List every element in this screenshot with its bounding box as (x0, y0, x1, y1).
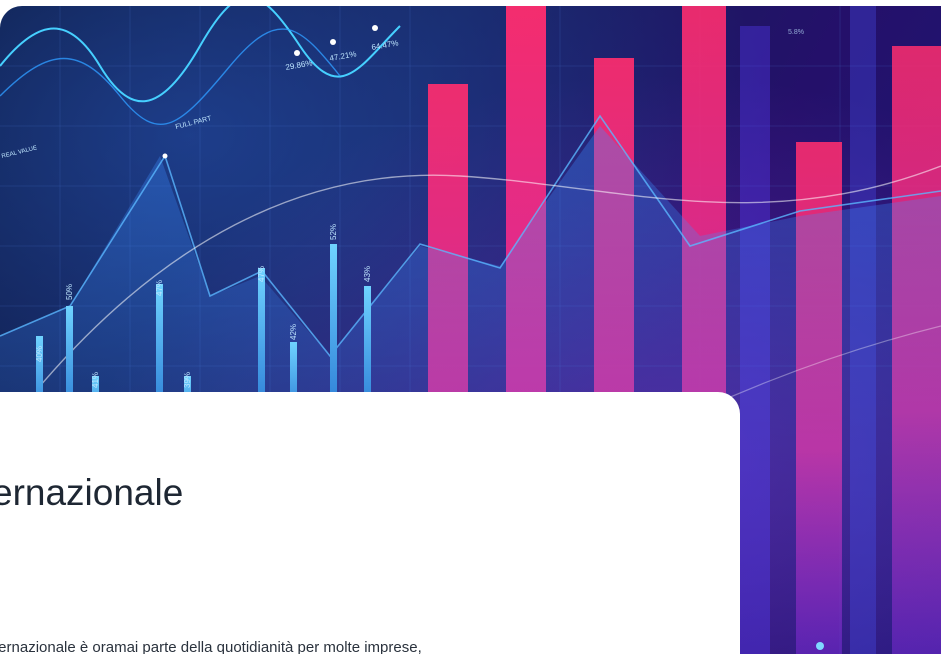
right-value: 5.8% (788, 29, 804, 36)
wave-curve-2 (0, 28, 341, 125)
left-label: REAL VALUE (1, 145, 38, 160)
bar-value-4: 47% (155, 280, 164, 296)
bar-value-3: 41% (91, 372, 100, 388)
card-title-text: ernazionale (0, 472, 184, 513)
top-value-2: 47.21% (329, 49, 357, 63)
top-value-1: 29.86% (285, 58, 313, 72)
content-card (0, 392, 740, 654)
card-text-content: ternazionale è oramai parte della quotid… (0, 639, 422, 654)
card-text: ternazionale è oramai parte della quotid… (0, 638, 720, 654)
card-title: ernazionale (0, 470, 720, 516)
bar-value-5: 39% (183, 372, 192, 388)
bar-value-1: 40% (35, 346, 44, 362)
bar-value-6: 47% (257, 266, 266, 282)
bar-value-7: 42% (289, 324, 298, 340)
top-value-3: 64.47% (371, 38, 399, 52)
bar-value-9: 43% (363, 266, 372, 282)
page: FULL PART REAL VALUE 29.86% 47.21% 64.47… (0, 0, 941, 654)
bar-value-2: 50% (65, 284, 74, 300)
bar-value-8: 52% (329, 224, 338, 240)
